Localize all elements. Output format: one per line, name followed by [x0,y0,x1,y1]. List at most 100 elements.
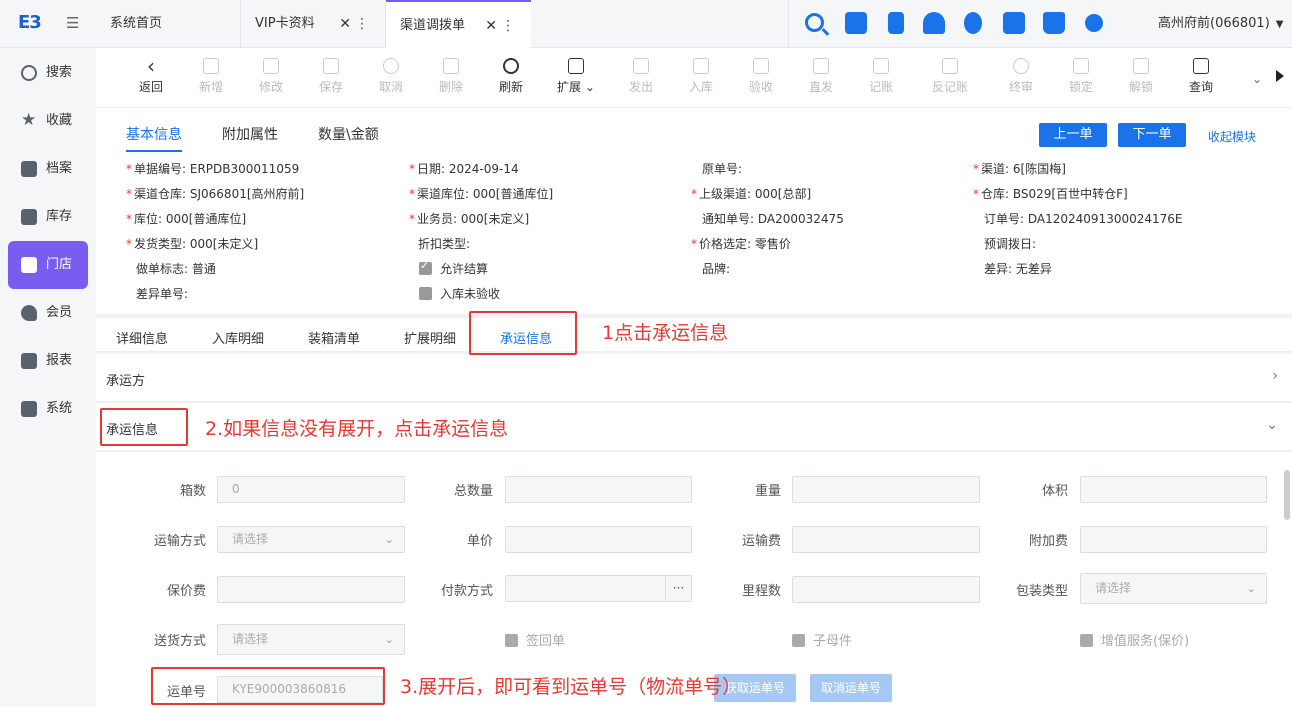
gear-icon[interactable] [1085,14,1103,32]
post-button[interactable]: 记账 [861,58,901,95]
total-qty-input[interactable] [505,476,692,503]
sidebar-item-label: 库存 [46,209,73,224]
annotation-step-3: 3.展开后，即可看到运单号（物流单号） [400,676,742,698]
freight-input[interactable] [792,526,980,553]
extend-button[interactable]: 扩展 ⌄ [551,58,601,95]
sidebar-item-inventory[interactable]: 库存 [8,193,88,241]
value-added-checkbox[interactable]: 增值服务(保价) [1080,630,1189,649]
star-icon: ★ [21,110,37,130]
freight-label: 运输费 [741,534,781,549]
query-button[interactable]: 查询 [1181,58,1221,95]
top-bar: E3 ☰ 系统首页 VIP卡资料 ✕ ⋮ 渠道调拨单 ✕ ⋮ 高州府前(0668… [0,0,1292,48]
extra-fee-input[interactable] [1080,526,1267,553]
shirt-icon[interactable] [1043,12,1065,34]
unlock-button[interactable]: 解锁 [1121,58,1161,95]
not-checked-checkbox[interactable]: 入库未验收 [419,285,500,302]
field-parent-channel: * 上级渠道: 000[总部] [691,187,812,201]
cancel-waybill-button[interactable]: 取消运单号 [810,674,892,702]
user-menu[interactable]: 高州府前(066801) ▼ [1158,0,1283,49]
next-doc-button[interactable]: 下一单 [1118,123,1186,147]
allow-settle-checkbox[interactable]: 允许结算 [419,259,488,277]
chevron-down-icon: ⌄ [384,633,394,646]
edit-button[interactable]: 修改 [251,58,291,95]
field-pre-transfer-date: 预调拨日: [984,237,1037,251]
sidebar-item-member[interactable]: 会员 [8,289,88,337]
more-icon[interactable]: ⋮ [355,0,369,48]
mileage-input[interactable] [792,576,980,603]
unit-price-label: 单价 [466,534,493,549]
tab-stock-in-detail[interactable]: 入库明细 [212,328,264,347]
direct-ship-button[interactable]: 直发 [801,58,841,95]
volume-input[interactable] [1080,476,1267,503]
tab-packing-list[interactable]: 装箱清单 [308,328,360,347]
yuan-icon[interactable] [1003,12,1025,34]
button-label: 验收 [748,80,773,94]
sidebar-item-favorites[interactable]: ★ 收藏 [8,97,88,145]
ledger-icon [873,58,889,74]
tab-detail-info[interactable]: 详细信息 [116,328,168,347]
delivery-label: 送货方式 [153,634,206,649]
refresh-button[interactable]: 刷新 [491,58,531,95]
report-icon [21,353,37,369]
download-icon [693,58,709,74]
button-label: 新增 [198,80,223,94]
transport-select[interactable]: 请选择 ⌄ [217,526,405,553]
scroll-right-icon[interactable] [1276,70,1284,82]
weight-input[interactable] [792,476,980,503]
boxes-input[interactable]: 0 [217,476,405,503]
sidebar-item-archive[interactable]: 档案 [8,145,88,193]
unpost-button[interactable]: 反记账 [925,58,975,95]
pack-type-select[interactable]: 请选择 ⌄ [1080,573,1267,604]
sidebar-item-search[interactable]: 搜索 [8,49,88,97]
clipboard-icon[interactable] [888,12,904,34]
sign-return-checkbox[interactable]: 签回单 [505,630,565,649]
tab-extra-attributes[interactable]: 附加属性 [222,124,278,144]
tab-vip-card[interactable]: VIP卡资料 ✕ ⋮ [241,0,386,48]
volume-label: 体积 [1041,484,1068,499]
send-button[interactable]: 发出 [621,58,661,95]
button-label: 解锁 [1128,80,1153,94]
menu-toggle-icon[interactable]: ☰ [66,14,82,32]
lock-button[interactable]: 锁定 [1061,58,1101,95]
top-icon-bar [788,0,1128,48]
close-icon[interactable]: ✕ [339,0,351,48]
insurance-input[interactable] [217,576,405,603]
sidebar-item-store[interactable]: 门店 [8,241,88,289]
tab-qty-amount[interactable]: 数量\金额 [318,124,379,144]
close-icon[interactable]: ✕ [485,2,497,50]
cancel-button[interactable]: 取消 [371,58,411,95]
inspect-button[interactable]: 验收 [741,58,781,95]
tab-basic-info[interactable]: 基本信息 [126,124,182,152]
add-button[interactable]: 新增 [191,58,231,95]
stock-in-button[interactable]: 入库 [681,58,721,95]
sidebar-item-system[interactable]: 系统 [8,385,88,433]
chevron-down-icon[interactable]: ⌄ [1252,72,1262,86]
bulb-icon[interactable] [964,12,982,34]
tab-extended-detail[interactable]: 扩展明细 [404,328,456,347]
save-button[interactable]: 保存 [311,58,351,95]
checkbox-icon [1080,634,1093,647]
search-icon[interactable] [805,13,824,32]
payment-input[interactable]: ··· [505,575,692,602]
sidebar-item-label: 会员 [46,305,73,320]
prev-doc-button[interactable]: 上一单 [1039,123,1107,147]
expand-icon[interactable] [845,12,867,34]
delete-button[interactable]: 删除 [431,58,471,95]
payment-label: 付款方式 [440,584,493,599]
sidebar-item-report[interactable]: 报表 [8,337,88,385]
more-icon[interactable]: ⋮ [501,2,515,50]
user-name: 高州府前(066801) [1158,16,1270,31]
scrollbar[interactable] [1284,470,1290,520]
user-icon[interactable] [923,12,945,34]
boxes-label: 箱数 [179,484,206,499]
parent-child-checkbox[interactable]: 子母件 [792,630,852,649]
carrier-section[interactable]: 承运方 › [96,354,1292,402]
tab-channel-transfer[interactable]: 渠道调拨单 ✕ ⋮ [386,0,531,48]
collapse-module-link[interactable]: 收起模块 [1208,128,1256,145]
delivery-select[interactable]: 请选择 ⌄ [217,624,405,655]
tab-home[interactable]: 系统首页 [96,0,241,48]
final-review-button[interactable]: 终审 [1001,58,1041,95]
back-button[interactable]: ‹ 返回 [131,56,171,95]
annotation-box-waybill [151,667,385,705]
unit-price-input[interactable] [505,526,692,553]
